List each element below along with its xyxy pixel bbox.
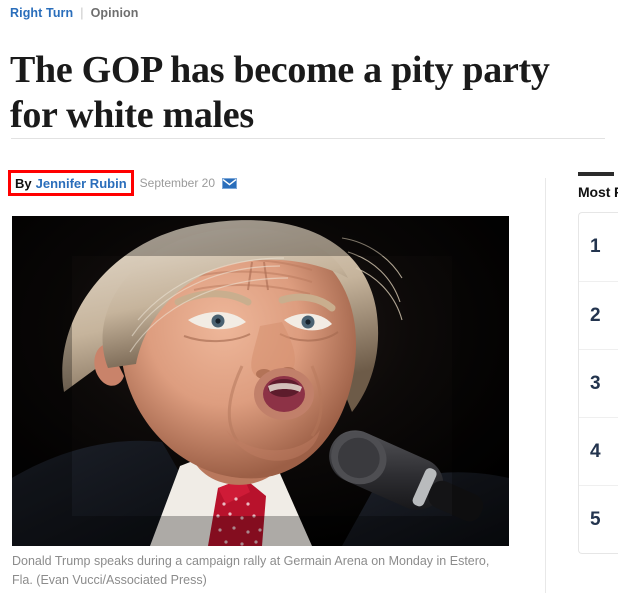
byline-prefix: By: [15, 175, 32, 191]
photo-caption: Donald Trump speaks during a campaign ra…: [12, 554, 490, 588]
rail-accent-bar: [578, 172, 614, 176]
breadcrumb-separator: |: [80, 6, 84, 20]
headline-divider: [11, 138, 605, 139]
list-item[interactable]: 2: [579, 281, 618, 349]
list-item-rank: 4: [590, 440, 601, 462]
publish-date: September 20: [139, 176, 216, 190]
list-item[interactable]: 4: [579, 417, 618, 485]
envelope-icon[interactable]: [222, 177, 238, 189]
kicker-brand-link[interactable]: Right Turn: [10, 6, 73, 20]
byline-highlight-box: By Jennifer Rubin: [8, 170, 134, 196]
kicker-section-link[interactable]: Opinion: [91, 6, 139, 20]
list-item[interactable]: 3: [579, 349, 618, 417]
byline: By Jennifer Rubin September 20: [8, 170, 238, 196]
rail-title: Most R: [578, 184, 618, 200]
list-item-rank: 1: [590, 236, 601, 257]
most-read-list: 1 2 3 4 5: [578, 212, 618, 554]
page-title: The GOP has become a pity party for whit…: [10, 49, 550, 136]
lead-photo: [12, 216, 509, 546]
breadcrumb: Right Turn | Opinion: [10, 6, 139, 20]
list-item-rank: 2: [590, 304, 601, 326]
list-item[interactable]: 1: [579, 213, 618, 281]
list-item-rank: 3: [590, 372, 601, 394]
author-link[interactable]: Jennifer Rubin: [36, 176, 127, 191]
list-item[interactable]: 5: [579, 485, 618, 553]
rail-divider: [545, 178, 546, 593]
list-item-rank: 5: [590, 508, 601, 530]
most-read-rail: Most R 1 2 3 4 5: [578, 172, 618, 593]
